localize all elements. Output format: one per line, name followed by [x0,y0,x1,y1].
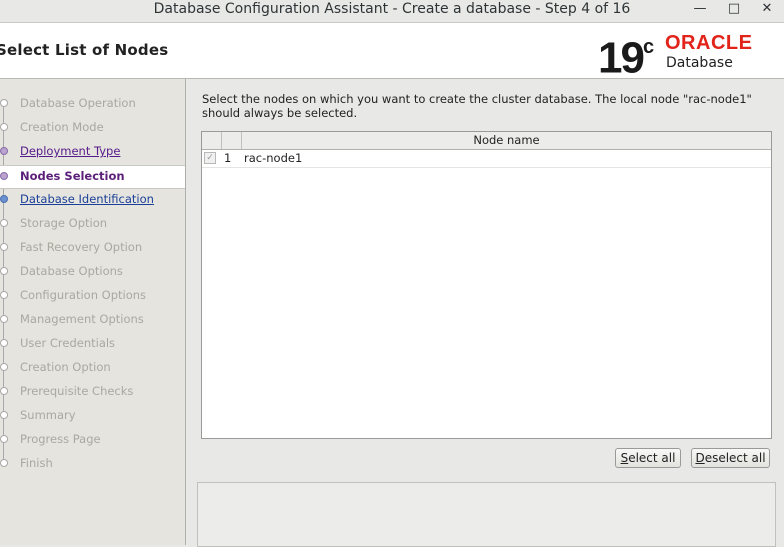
step-label: Finish [20,456,53,470]
step-label: Storage Option [20,216,108,230]
header-checkbox-column [202,132,222,149]
step-label: Nodes Selection [20,169,125,183]
step-status-icon [0,363,8,371]
step-label: Configuration Options [20,288,147,302]
step-status-icon [0,459,8,467]
step-status-icon [0,267,8,275]
step-label: Database Operation [20,96,136,110]
message-panel [197,482,776,547]
step-status-icon [0,219,8,227]
instruction-text: Select the nodes on which you want to cr… [202,92,752,120]
step-status-icon [0,315,8,323]
step-item: Management Options [0,309,185,331]
logo-product-name: Database [666,55,733,71]
step-item: Database Options [0,261,185,283]
version-logo: 19c [598,27,654,83]
logo-version-number: 19 [598,33,645,83]
step-item: Database Operation [0,93,185,115]
window-titlebar: Database Configuration Assistant - Creat… [0,0,784,23]
step-label: Creation Option [20,360,111,374]
step-item: Summary [0,405,185,427]
step-label: Management Options [20,312,144,326]
step-status-icon [0,339,8,347]
step-label: Prerequisite Checks [20,384,134,398]
maximize-icon[interactable]: □ [723,0,745,20]
select-all-button[interactable]: Select all [615,448,681,468]
logo-version-suffix: c [642,36,655,58]
step-item[interactable]: Database Identification [0,189,185,211]
oracle-logo: ORACLE [665,32,753,54]
step-item: Finish [0,453,185,475]
step-item[interactable]: Deployment Type [0,141,185,163]
step-status-icon [0,147,8,155]
step-item: Configuration Options [0,285,185,307]
step-item: Progress Page [0,429,185,451]
step-label: Summary [20,408,76,422]
step-label: User Credentials [20,336,116,350]
step-item: Prerequisite Checks [0,381,185,403]
close-icon[interactable]: ✕ [756,0,778,20]
step-item: Creation Mode [0,117,185,139]
step-label: Progress Page [20,432,101,446]
step-item: Fast Recovery Option [0,237,185,259]
step-status-icon [0,172,8,180]
nodes-table: Node name ✓ 1 rac-node1 [201,131,772,439]
header-number-column [222,132,242,149]
step-status-icon [0,411,8,419]
step-item: Storage Option [0,213,185,235]
step-status-icon [0,123,8,131]
deselect-all-mnemonic: D [695,451,705,465]
step-item: Nodes Selection [0,165,185,189]
step-label: Fast Recovery Option [20,240,143,254]
minimize-icon[interactable]: — [689,0,711,20]
node-name-cell: rac-node1 [244,151,303,165]
step-status-icon [0,243,8,251]
step-status-icon [0,435,8,443]
deselect-all-button[interactable]: Deselect all [691,448,770,468]
deselect-all-label: eselect all [704,451,766,465]
step-status-icon [0,387,8,395]
header-node-name[interactable]: Node name [242,132,771,149]
node-checkbox[interactable]: ✓ [204,152,216,164]
step-status-icon [0,99,8,107]
table-row[interactable]: ✓ 1 rac-node1 [202,150,771,168]
step-label: Creation Mode [20,120,104,134]
row-number: 1 [224,151,232,165]
step-label[interactable]: Database Identification [20,192,154,206]
steps-sidebar: Database Operation Creation Mode Deploymen… [0,79,186,545]
step-item: Creation Option [0,357,185,379]
step-status-icon [0,195,8,203]
window-title: Database Configuration Assistant - Creat… [153,1,631,17]
table-header: Node name [202,132,771,150]
page-header: Select List of Nodes 19c ORACLE Database [0,23,784,82]
page-title: Select List of Nodes [0,41,169,59]
step-label: Database Options [20,264,123,278]
step-label[interactable]: Deployment Type [20,144,120,158]
select-all-label: elect all [628,451,676,465]
step-status-icon [0,291,8,299]
step-item: User Credentials [0,333,185,355]
